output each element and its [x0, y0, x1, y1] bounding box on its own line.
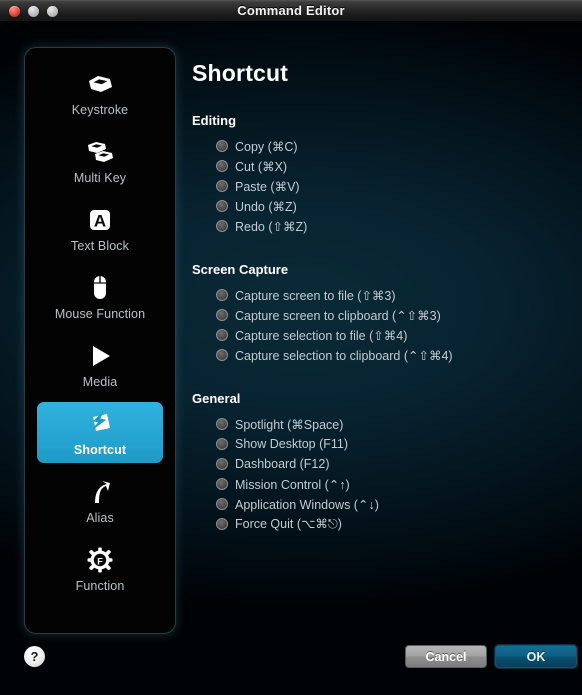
help-button[interactable]: ? [24, 646, 45, 667]
dialog-footer: ? Cancel OK [0, 0, 582, 695]
command-editor-window: Command Editor Keystroke Multi Key A Tex… [0, 0, 582, 695]
ok-button[interactable]: OK [494, 644, 578, 669]
cancel-button[interactable]: Cancel [405, 645, 487, 668]
